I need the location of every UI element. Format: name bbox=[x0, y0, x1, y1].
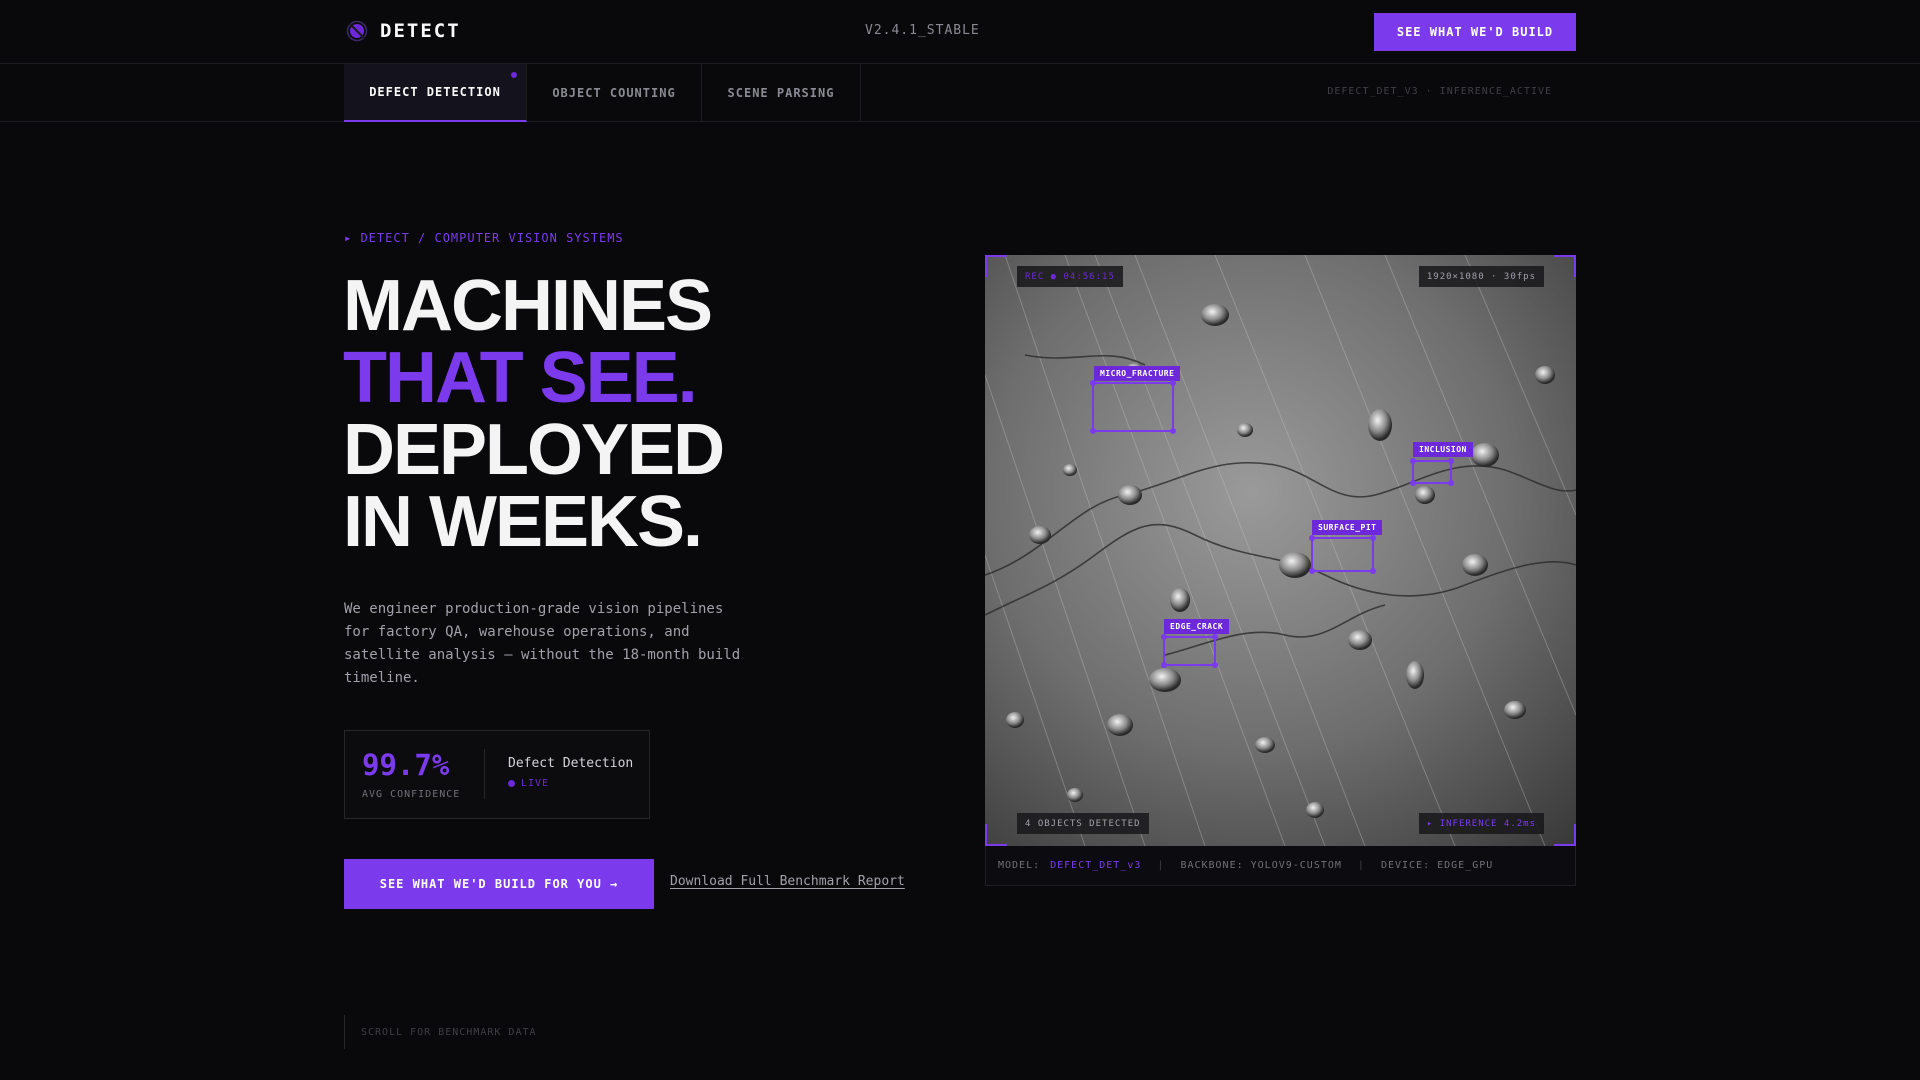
download-report-link[interactable]: Download Full Benchmark Report bbox=[670, 874, 905, 889]
stat-card: 99.7% AVG CONFIDENCE Defect Detection LI… bbox=[344, 730, 650, 819]
camera-feed: REC ● 04:56:15 1920×1080 · 30fps 4 OBJEC… bbox=[985, 255, 1576, 846]
detection-viewer: REC ● 04:56:15 1920×1080 · 30fps 4 OBJEC… bbox=[985, 255, 1576, 886]
viewfinder-corner bbox=[1554, 824, 1576, 846]
detection-label-edge-crack: EDGE_CRACK bbox=[1164, 619, 1230, 634]
logo-icon bbox=[346, 20, 368, 42]
viewfinder-corner bbox=[985, 824, 1007, 846]
live-status: LIVE bbox=[508, 778, 549, 789]
live-dot-icon bbox=[508, 780, 515, 787]
tab-status-text: DEFECT_DET_V3 · INFERENCE_ACTIVE bbox=[1327, 86, 1552, 97]
hero-headline: MACHINES THAT SEE. DEPLOYED IN WEEKS. bbox=[343, 266, 725, 562]
metal-surface-image bbox=[985, 255, 1576, 846]
scroll-hint-text: SCROLL FOR BENCHMARK DATA bbox=[361, 1026, 537, 1038]
separator: | bbox=[1357, 860, 1365, 871]
backbone-info: BACKBONE: YOLOV9-CUSTOM bbox=[1180, 860, 1342, 871]
stat-title: Defect Detection bbox=[508, 756, 634, 771]
eyebrow-breadcrumb: ▸ DETECT / COMPUTER VISION SYSTEMS bbox=[344, 231, 624, 245]
detection-box-inclusion bbox=[1410, 458, 1454, 486]
top-header: DETECT V2.4.1_STABLE SEE WHAT WE'D BUILD bbox=[0, 0, 1920, 64]
detection-box-edge-crack bbox=[1161, 634, 1218, 668]
version-label: V2.4.1_STABLE bbox=[865, 23, 980, 38]
recording-indicator: REC ● 04:56:15 bbox=[1017, 266, 1123, 287]
device-info: DEVICE: EDGE_GPU bbox=[1380, 860, 1494, 871]
model-label: MODEL: bbox=[998, 860, 1041, 871]
headline-line-4: IN WEEKS. bbox=[343, 482, 703, 562]
headline-line-1: MACHINES bbox=[343, 266, 713, 346]
logo-text: DETECT bbox=[380, 20, 461, 42]
headline-line-2: THAT SEE. bbox=[343, 338, 698, 418]
header-cta-button[interactable]: SEE WHAT WE'D BUILD bbox=[1374, 13, 1576, 51]
stat-value: 99.7% bbox=[362, 748, 450, 782]
model-meta-bar: MODEL: DEFECT_DET_v3 | BACKBONE: YOLOV9-… bbox=[985, 846, 1576, 886]
hero-description: We engineer production-grade vision pipe… bbox=[344, 601, 741, 686]
active-indicator-dot bbox=[511, 72, 517, 78]
stat-divider bbox=[484, 749, 485, 799]
tab-bar: DEFECT DETECTION OBJECT COUNTING SCENE P… bbox=[0, 64, 1920, 122]
detection-label-surface-pit: SURFACE_PIT bbox=[1312, 520, 1383, 535]
tab-object-counting[interactable]: OBJECT COUNTING bbox=[527, 64, 702, 122]
model-value: DEFECT_DET_v3 bbox=[1050, 860, 1142, 871]
viewfinder-corner bbox=[1554, 255, 1576, 277]
detection-box-surface-pit bbox=[1309, 535, 1376, 574]
headline-line-3: DEPLOYED bbox=[343, 410, 725, 490]
primary-cta-button[interactable]: SEE WHAT WE'D BUILD FOR YOU → bbox=[344, 859, 654, 909]
tab-label: DEFECT DETECTION bbox=[369, 85, 501, 99]
objects-detected-readout: 4 OBJECTS DETECTED bbox=[1017, 813, 1149, 834]
separator: | bbox=[1157, 860, 1165, 871]
detection-box-micro-fracture bbox=[1090, 380, 1176, 434]
live-status-text: LIVE bbox=[521, 778, 550, 789]
logo[interactable]: DETECT bbox=[344, 18, 461, 44]
resolution-readout: 1920×1080 · 30fps bbox=[1418, 266, 1544, 287]
tab-scene-parsing[interactable]: SCENE PARSING bbox=[702, 64, 861, 122]
stat-label: AVG CONFIDENCE bbox=[362, 789, 461, 800]
detection-label-inclusion: INCLUSION bbox=[1413, 442, 1473, 457]
viewfinder-corner bbox=[985, 255, 1007, 277]
tab-label: OBJECT COUNTING bbox=[552, 86, 676, 100]
tab-defect-detection[interactable]: DEFECT DETECTION bbox=[344, 64, 527, 122]
tab-label: SCENE PARSING bbox=[727, 86, 835, 100]
detection-label-micro-fracture: MICRO_FRACTURE bbox=[1094, 366, 1181, 381]
scroll-hint: SCROLL FOR BENCHMARK DATA bbox=[344, 1015, 537, 1049]
inference-time-readout: ▸ INFERENCE 4.2ms bbox=[1418, 813, 1544, 834]
